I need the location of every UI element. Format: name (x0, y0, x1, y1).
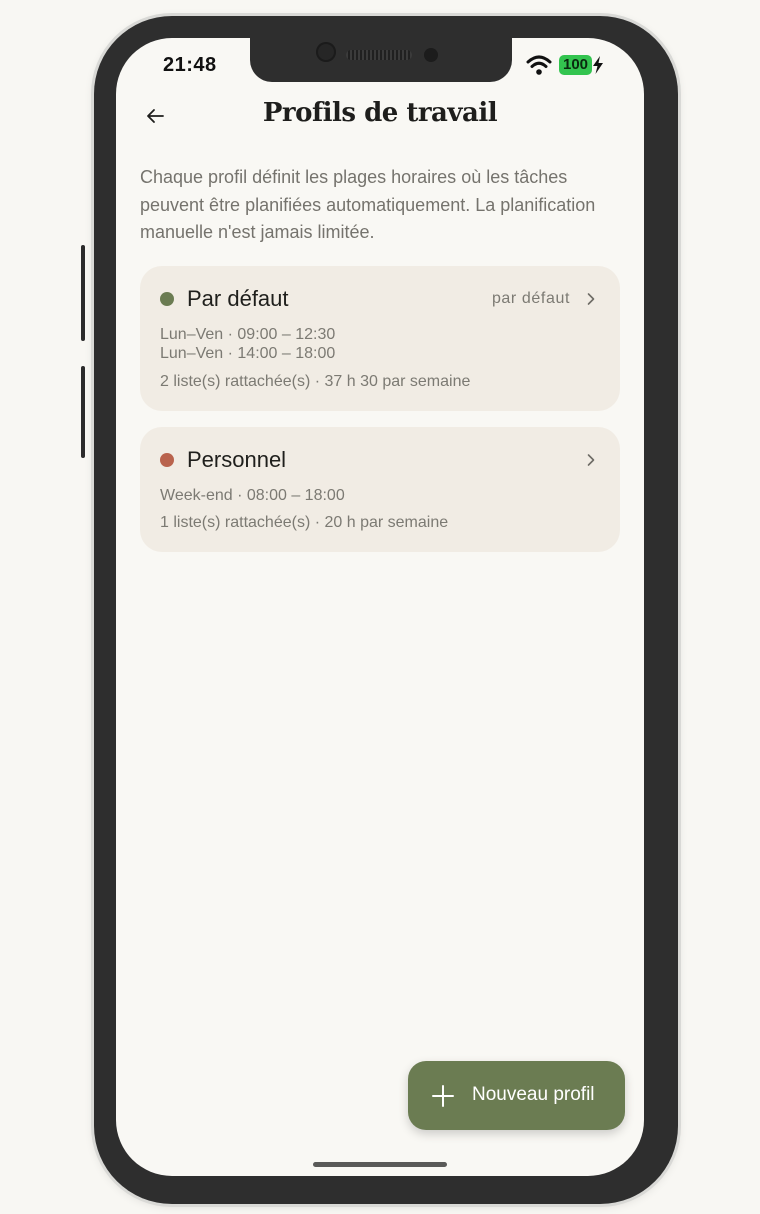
back-button[interactable] (140, 101, 170, 131)
chevron-right-icon (587, 454, 595, 466)
front-camera (316, 42, 336, 62)
new-profile-label: Nouveau profil (472, 1084, 595, 1105)
wifi-icon (526, 55, 552, 75)
schedule-line: Lun–Ven · 14:00 – 18:00 (160, 345, 336, 362)
profile-color-dot (160, 453, 174, 467)
page-title: Profils de travail (262, 98, 498, 128)
profile-summary: 1 liste(s) rattachée(s) · 20 h par semai… (160, 514, 449, 531)
schedule-line: Week-end · 08:00 – 18:00 (160, 487, 345, 504)
chevron-right-icon (587, 293, 595, 305)
device-stage: 21:48 100 Profils de travail Chaque prof… (0, 0, 760, 1214)
profile-name: Par défaut (187, 286, 289, 311)
home-indicator[interactable] (313, 1162, 447, 1167)
profile-name: Personnel (187, 447, 287, 472)
default-badge: par défaut (491, 290, 570, 307)
profile-card-personnel[interactable]: Personnel Week-end · 08:00 – 18:00 1 lis… (140, 427, 620, 552)
status-time: 21:48 (163, 54, 217, 76)
arrow-left-icon (147, 109, 164, 123)
new-profile-button[interactable]: Nouveau profil (408, 1061, 625, 1130)
plus-icon (432, 1085, 454, 1107)
battery-indicator: 100 (559, 55, 593, 75)
proximity-sensor (424, 48, 438, 62)
profile-card-par-defaut[interactable]: Par défaut par défaut Lun–Ven · 09:00 – … (140, 266, 620, 411)
schedule-line: Lun–Ven · 09:00 – 12:30 (160, 326, 336, 343)
profile-color-dot (160, 292, 174, 306)
earpiece-speaker (346, 50, 412, 60)
intro-text: Chaque profil définit les plages horaire… (140, 167, 596, 242)
profile-summary: 2 liste(s) rattachée(s) · 37 h 30 par se… (160, 373, 471, 390)
volume-up-button (81, 245, 85, 341)
bolt-icon (593, 56, 603, 74)
volume-down-button (81, 366, 85, 458)
